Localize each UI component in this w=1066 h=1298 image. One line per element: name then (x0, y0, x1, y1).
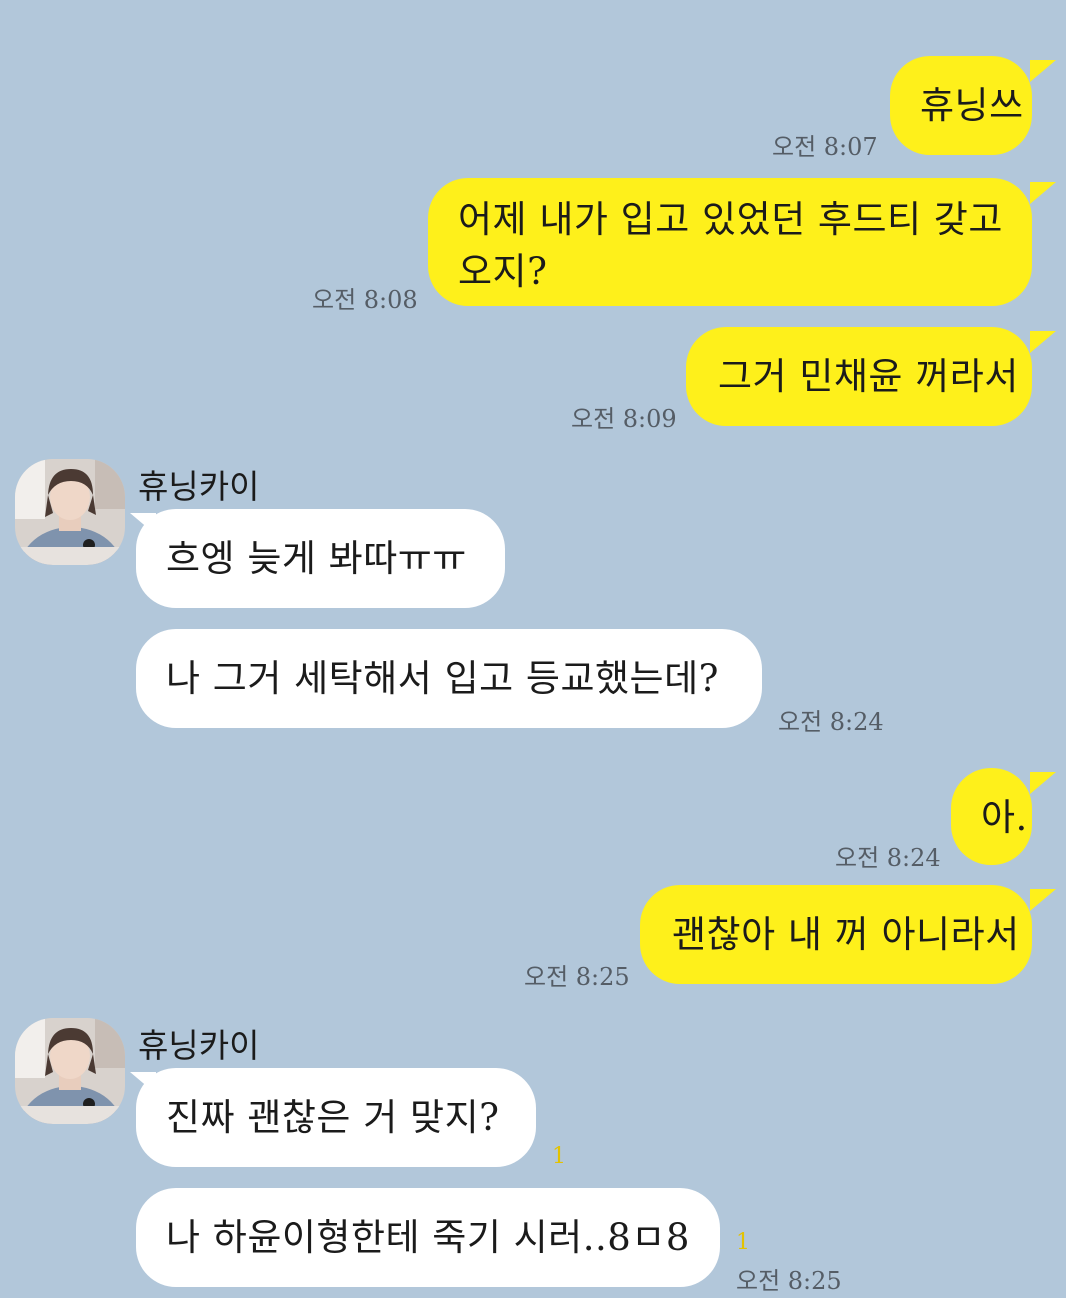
avatar[interactable] (15, 459, 125, 565)
their-message-bubble[interactable]: 진짜 괜찮은 거 맞지? (136, 1068, 536, 1167)
my-message-bubble[interactable]: 그거 민채윤 꺼라서 (686, 327, 1032, 426)
unread-count: 1 (552, 1144, 566, 1169)
their-message-bubble[interactable]: 나 그거 세탁해서 입고 등교했는데? (136, 629, 762, 728)
sender-name: 휴닝카이 (138, 467, 260, 506)
message-time: 오전 8:25 (736, 1267, 842, 1295)
message-text: 그거 민채윤 꺼라서 (718, 355, 1019, 398)
message-time: 오전 8:24 (778, 708, 884, 736)
avatar[interactable] (15, 1018, 125, 1124)
message-time: 오전 8:25 (524, 963, 630, 991)
message-time: 오전 8:09 (571, 405, 677, 433)
message-text: 괜찮아 내 꺼 아니라서 (672, 913, 1020, 956)
bubble-tail (1030, 889, 1056, 911)
bubble-tail (1030, 182, 1056, 204)
message-text: 어제 내가 입고 있었던 후드티 갖고 (458, 198, 1003, 241)
profile-photo-icon (15, 459, 125, 565)
message-time: 오전 8:07 (772, 133, 878, 161)
message-text: 진짜 괜찮은 거 맞지? (166, 1096, 500, 1139)
message-text: 나 하윤이형한테 죽기 시러..8ㅁ8 (166, 1216, 690, 1259)
their-message-bubble[interactable]: 흐엥 늦게 봐따ㅠㅠ (136, 509, 505, 608)
message-time: 오전 8:24 (835, 844, 941, 872)
sender-name: 휴닝카이 (138, 1026, 260, 1065)
message-text: 휴닝쓰 (920, 84, 1024, 127)
message-text: 흐엥 늦게 봐따ㅠㅠ (166, 537, 467, 580)
bubble-tail (1030, 331, 1056, 353)
message-text: 나 그거 세탁해서 입고 등교했는데? (166, 657, 719, 700)
profile-photo-icon (15, 1018, 125, 1124)
message-text: 아. (981, 796, 1028, 839)
my-message-bubble[interactable]: 괜찮아 내 꺼 아니라서 (640, 885, 1032, 984)
bubble-tail (1030, 60, 1056, 82)
my-message-bubble[interactable]: 어제 내가 입고 있었던 후드티 갖고 오지? (428, 178, 1032, 306)
unread-count: 1 (736, 1230, 750, 1255)
bubble-tail (1030, 772, 1056, 794)
their-message-bubble[interactable]: 나 하윤이형한테 죽기 시러..8ㅁ8 (136, 1188, 720, 1287)
my-message-bubble[interactable]: 아. (951, 768, 1032, 865)
message-time: 오전 8:08 (312, 286, 418, 314)
my-message-bubble[interactable]: 휴닝쓰 (890, 56, 1032, 155)
message-text: 오지? (458, 250, 548, 293)
